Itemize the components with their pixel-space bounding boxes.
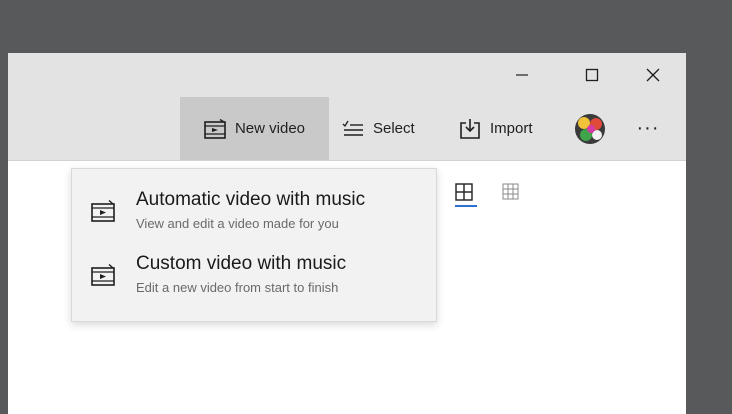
video-clip-icon — [204, 118, 226, 139]
maximize-icon — [585, 68, 599, 82]
command-bar: New video Select Import ··· — [8, 97, 686, 161]
import-button[interactable]: Import — [459, 97, 533, 160]
minimize-icon — [516, 74, 528, 76]
maximize-button[interactable] — [570, 59, 614, 91]
select-label: Select — [373, 120, 415, 137]
video-clip-icon — [91, 200, 115, 222]
more-options-button[interactable]: ··· — [626, 97, 670, 160]
new-video-label: New video — [234, 120, 306, 137]
menu-item-subtitle: View and edit a video made for you — [136, 216, 339, 231]
menu-item-title: Custom video with music — [136, 253, 347, 274]
large-grid-view-button[interactable] — [455, 183, 473, 206]
close-icon — [646, 68, 660, 82]
title-bar — [8, 53, 686, 97]
select-list-icon — [342, 120, 363, 136]
small-grid-view-button[interactable] — [502, 183, 519, 205]
new-video-button[interactable]: New video — [180, 97, 329, 160]
video-clip-icon — [91, 264, 115, 286]
menu-item-custom-video[interactable]: Custom video with music Edit a new video… — [72, 247, 436, 309]
minimize-button[interactable] — [500, 59, 544, 91]
menu-item-subtitle: Edit a new video from start to finish — [136, 280, 339, 295]
avatar — [575, 113, 605, 144]
new-video-menu: Automatic video with music View and edit… — [71, 168, 437, 322]
more-icon: ··· — [636, 117, 660, 139]
active-view-indicator — [455, 205, 477, 207]
close-button[interactable] — [631, 59, 675, 91]
import-icon — [460, 118, 480, 139]
account-button[interactable] — [573, 97, 607, 160]
small-grid-icon — [502, 183, 519, 200]
import-label: Import — [490, 120, 533, 137]
menu-item-title: Automatic video with music — [136, 189, 366, 210]
menu-item-automatic-video[interactable]: Automatic video with music View and edit… — [72, 183, 436, 245]
select-button[interactable]: Select — [342, 97, 415, 160]
large-grid-icon — [455, 183, 473, 201]
